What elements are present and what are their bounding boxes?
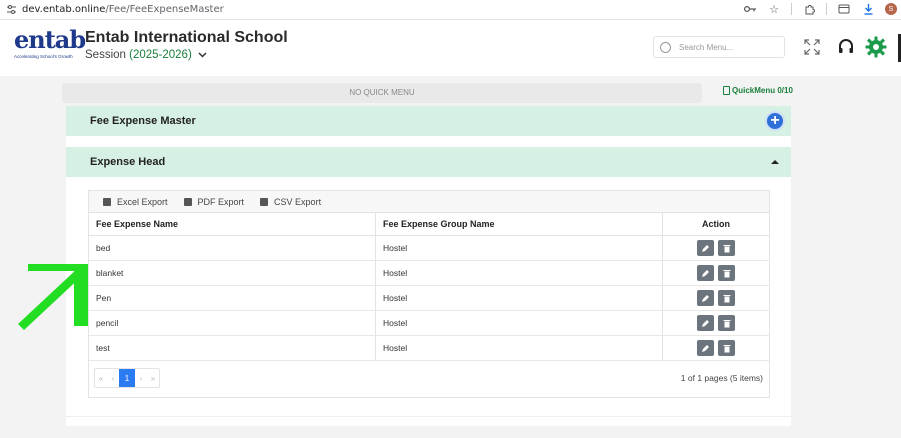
url-text[interactable]: dev.entab.online/Fee/FeeExpenseMaster [22,4,224,15]
page-info: 1 of 1 pages (5 items) [680,373,763,383]
expense-grid: Excel Export PDF Export CSV Export Fee E… [88,190,770,398]
delete-icon[interactable] [718,315,735,331]
fee-expense-name-cell: blanket [96,268,124,278]
section-title: Expense Head [90,156,166,168]
csv-export-button[interactable]: CSV Export [260,197,321,207]
app-header: entab Accelerating School's Growth Entab… [0,20,901,76]
action-cell [662,236,769,260]
fee-expense-group-cell: Hostel [375,236,662,260]
headset-icon[interactable] [836,37,856,57]
url-path: /Fee/FeeExpenseMaster [105,4,224,15]
star-icon[interactable]: ☆ [767,2,781,16]
table-row: blanket Hostel [89,261,769,286]
column-header-group[interactable]: Fee Expense Group Name [375,213,662,235]
chevron-down-icon [198,50,207,61]
section-title: Fee Expense Master [90,115,196,127]
panel-footer [66,416,791,426]
column-header-name[interactable]: Fee Expense Name [89,213,375,235]
download-icon[interactable] [861,2,875,16]
fee-expense-group-cell: Hostel [375,261,662,285]
session-label: Session [85,49,126,61]
csv-icon [260,197,269,206]
quick-menu-bar: NO QUICK MENU [62,83,702,103]
pdf-icon [183,197,192,206]
delete-icon[interactable] [718,240,735,256]
edit-icon[interactable] [697,290,714,306]
pdf-export-button[interactable]: PDF Export [183,196,245,207]
green-arrow-annotation [18,264,88,330]
excel-export-button[interactable]: Excel Export [103,197,168,207]
browser-address-bar: dev.entab.online/Fee/FeeExpenseMaster ☆ … [0,0,901,20]
profile-avatar[interactable]: S [885,3,897,15]
session-selector[interactable]: Session (2025-2026) [85,49,207,61]
toolbar-divider [791,3,792,15]
url-host: dev.entab.online [22,4,106,15]
expense-head-header[interactable]: Expense Head [66,147,791,177]
site-settings-icon[interactable] [4,3,18,17]
prev-page-button[interactable]: ‹ [107,369,119,387]
table-row: bed Hostel [89,236,769,261]
edit-icon[interactable] [697,240,714,256]
page-1-button[interactable]: 1 [119,369,135,387]
extensions-icon[interactable] [802,2,816,16]
bookmark-icon [723,86,730,95]
gear-icon[interactable] [864,35,888,59]
action-cell [662,286,769,310]
pdf-export-label: PDF Export [197,196,245,207]
main-panel: Fee Expense Master + Expense Head Excel … [66,106,791,426]
fee-expense-name-cell: test [96,343,110,353]
excel-icon [103,197,111,206]
first-page-button[interactable]: « [95,369,107,387]
edit-icon[interactable] [697,315,714,331]
edit-icon[interactable] [697,265,714,281]
fee-expense-group-cell: Hostel [375,336,662,360]
next-page-button[interactable]: › [135,369,147,387]
fee-expense-name-cell: Pen [96,293,112,303]
excel-export-label: Excel Export [117,196,168,207]
fee-expense-master-header: Fee Expense Master + [66,106,791,136]
action-cell [662,336,769,360]
search-input[interactable] [679,42,779,52]
table-row: Pen Hostel [89,286,769,311]
add-icon[interactable]: + [765,111,785,131]
table-row: pencil Hostel [89,311,769,336]
logo-tagline: Accelerating School's Growth [14,54,73,59]
quick-menu-count: QuickMenu 0/10 [732,86,793,95]
delete-icon[interactable] [718,340,735,356]
table-row: test Hostel [89,336,769,361]
fee-expense-group-cell: Hostel [375,286,662,310]
chevron-up-icon[interactable] [769,156,781,168]
school-name: Entab International School [85,29,288,46]
column-header-action: Action [662,213,769,235]
delete-icon[interactable] [718,265,735,281]
export-toolbar: Excel Export PDF Export CSV Export [89,191,769,213]
search-menu[interactable] [653,36,785,58]
csv-export-label: CSV Export [274,196,322,207]
table-header: Fee Expense Name Fee Expense Group Name … [89,213,769,236]
search-icon [660,41,671,53]
action-cell [662,311,769,335]
logo-text: entab [14,25,86,54]
fee-expense-group-cell: Hostel [375,311,662,335]
toolbar-divider [826,3,827,15]
session-year: (2025-2026) [129,49,192,61]
pager-buttons: « ‹ 1 › » [94,368,160,388]
last-page-button[interactable]: » [147,369,159,387]
fee-expense-name-cell: pencil [96,318,119,328]
quick-menu-link[interactable]: QuickMenu 0/10 [723,86,793,95]
tab-search-icon[interactable] [837,2,851,16]
fee-expense-name-cell: bed [96,243,111,253]
edit-icon[interactable] [697,340,714,356]
pagination: « ‹ 1 › » 1 of 1 pages (5 items) [89,363,769,397]
delete-icon[interactable] [718,290,735,306]
entab-logo[interactable]: entab Accelerating School's Growth [14,25,86,64]
key-icon[interactable] [743,2,757,16]
fullscreen-icon[interactable] [802,37,822,57]
action-cell [662,261,769,285]
